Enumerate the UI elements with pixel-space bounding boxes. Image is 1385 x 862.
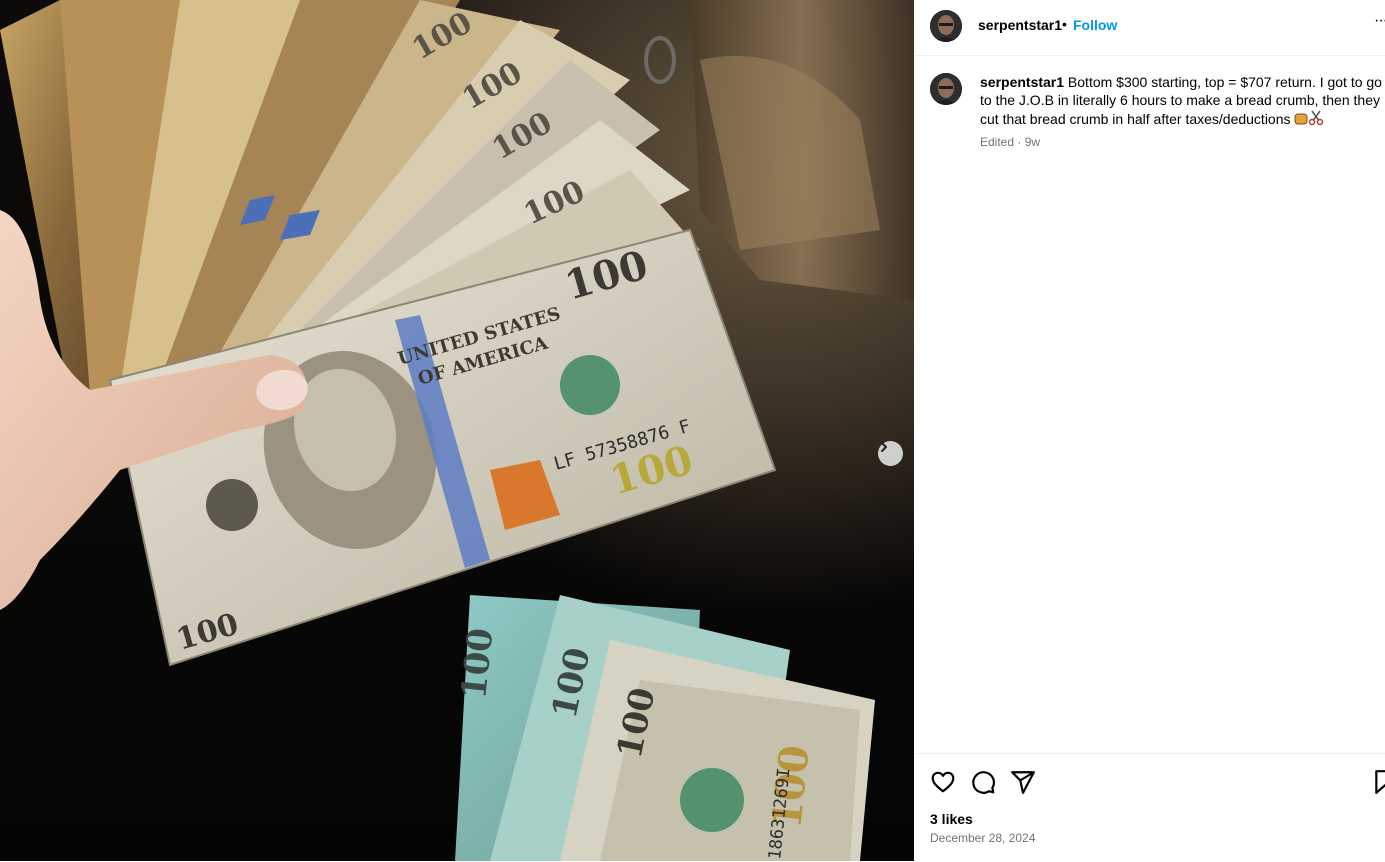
- share-button[interactable]: [1010, 769, 1036, 795]
- like-button[interactable]: [930, 769, 956, 795]
- scissors-emoji-icon: [1308, 110, 1324, 130]
- meta-separator: ·: [1014, 135, 1025, 149]
- comment-button[interactable]: [970, 769, 996, 795]
- more-options-button[interactable]: ···: [1374, 12, 1385, 30]
- caption-meta: Edited · 9w: [980, 135, 1040, 149]
- heart-icon: [931, 771, 955, 793]
- caption-username[interactable]: serpentstar1: [980, 74, 1064, 90]
- like-count[interactable]: 3 likes: [930, 811, 973, 827]
- post-header: serpentstar1 • Follow ···: [914, 0, 1385, 56]
- post-side-panel: serpentstar1 • Follow ··· serpentstar1 B…: [914, 0, 1385, 861]
- follow-button[interactable]: Follow: [1073, 17, 1117, 33]
- chevron-right-icon: [881, 442, 887, 452]
- next-photo-button[interactable]: [878, 441, 903, 466]
- post-media[interactable]: 100 100 100 100 100 100 100 LF 57358876 …: [0, 0, 914, 861]
- comment-icon: [972, 771, 995, 794]
- send-icon: [1011, 771, 1035, 794]
- bookmark-icon: [1375, 770, 1385, 794]
- action-bar: 3 likes December 28, 2024: [914, 753, 1385, 862]
- avatar[interactable]: [930, 10, 962, 42]
- post-caption: serpentstar1 Bottom $300 starting, top =…: [980, 73, 1382, 130]
- svg-text:100: 100: [454, 626, 501, 701]
- user-avatar-icon: [930, 10, 962, 42]
- save-button[interactable]: [1372, 769, 1385, 795]
- bread-emoji-icon: [1294, 112, 1308, 130]
- post-age[interactable]: 9w: [1025, 135, 1040, 149]
- header-separator: •: [1062, 16, 1067, 32]
- post-date[interactable]: December 28, 2024: [930, 831, 1035, 845]
- user-avatar-icon: [930, 73, 962, 105]
- edited-label: Edited: [980, 135, 1015, 149]
- caption-avatar[interactable]: [930, 73, 962, 105]
- banknotes-photo: 100 100 100 100 100 100 100 LF 57358876 …: [0, 0, 914, 861]
- header-username[interactable]: serpentstar1: [978, 17, 1062, 33]
